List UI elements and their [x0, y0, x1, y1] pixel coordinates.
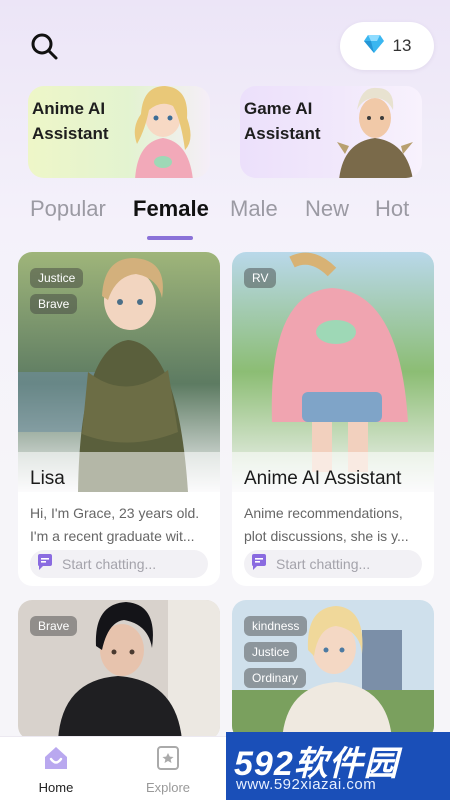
character-card-lisa[interactable]: Justice Brave Lisa Hi, I'm Grace, 23 yea…: [18, 252, 220, 586]
description-line: I'm a recent graduate wit...: [30, 528, 195, 544]
tab-popular[interactable]: Popular: [30, 196, 106, 222]
tag-list: Justice Brave: [30, 268, 84, 314]
home-icon: [42, 747, 70, 775]
explore-icon: [155, 746, 181, 775]
tag: kindness: [244, 616, 308, 636]
active-tab-indicator: [147, 236, 193, 240]
nav-explore[interactable]: Explore: [138, 745, 198, 795]
tag-list: Brave: [30, 616, 78, 636]
description-line: Anime recommendations,: [244, 505, 403, 521]
chat-placeholder: Start chatting...: [276, 556, 371, 572]
character-description: Hi, I'm Grace, 23 years old. I'm a recen…: [30, 502, 212, 548]
nav-home-label: Home: [38, 780, 74, 795]
tag: Brave: [30, 616, 78, 636]
tag: RV: [244, 268, 277, 288]
search-icon[interactable]: [28, 30, 62, 64]
category-tabs: Popular Female Male New Hot: [30, 196, 430, 242]
watermark-url: www.592xiazai.com: [236, 776, 377, 793]
character-name: Lisa: [30, 468, 65, 489]
character-description: Anime recommendations, plot discussions,…: [244, 502, 426, 548]
gem-balance-button[interactable]: 13: [340, 22, 434, 70]
character-photo: [232, 252, 434, 492]
top-bar: 13: [0, 0, 450, 90]
diamond-icon: [363, 34, 385, 59]
tag: Ordinary: [244, 668, 307, 688]
character-card[interactable]: kindness Justice Ordinary: [232, 600, 434, 740]
chat-bubble-icon: [36, 553, 54, 576]
chat-bubble-icon: [250, 553, 268, 576]
tag: Justice: [244, 642, 298, 662]
chat-placeholder: Start chatting...: [62, 556, 157, 572]
tag: Brave: [30, 294, 78, 314]
game-assistant-portrait: [337, 87, 413, 178]
anime-ai-assistant-card[interactable]: Anime AI Assistant: [28, 86, 210, 178]
watermark-logo: 592软件园 www.592xiazai.com: [226, 732, 450, 800]
description-line: Hi, I'm Grace, 23 years old.: [30, 505, 200, 521]
tab-hot[interactable]: Hot: [375, 196, 409, 222]
character-card-anime-ai-assistant[interactable]: RV Anime AI Assistant Anime recommendati…: [232, 252, 434, 586]
gem-count: 13: [392, 36, 412, 55]
tag-list: kindness Justice Ordinary: [244, 616, 308, 688]
nav-explore-label: Explore: [145, 780, 191, 795]
tab-female[interactable]: Female: [133, 196, 209, 222]
tag-list: RV: [244, 268, 277, 288]
tab-male[interactable]: Male: [230, 196, 278, 222]
start-chatting-button[interactable]: Start chatting...: [30, 550, 208, 578]
character-card[interactable]: Brave: [18, 600, 220, 740]
description-line: plot discussions, she is y...: [244, 528, 409, 544]
tab-new[interactable]: New: [305, 196, 349, 222]
start-chatting-button[interactable]: Start chatting...: [244, 550, 422, 578]
game-ai-assistant-card[interactable]: Game AI Assistant: [240, 86, 422, 178]
anime-assistant-portrait: [134, 86, 193, 178]
character-name: Anime AI Assistant: [244, 468, 402, 489]
nav-home[interactable]: Home: [26, 745, 86, 795]
tag: Justice: [30, 268, 84, 288]
